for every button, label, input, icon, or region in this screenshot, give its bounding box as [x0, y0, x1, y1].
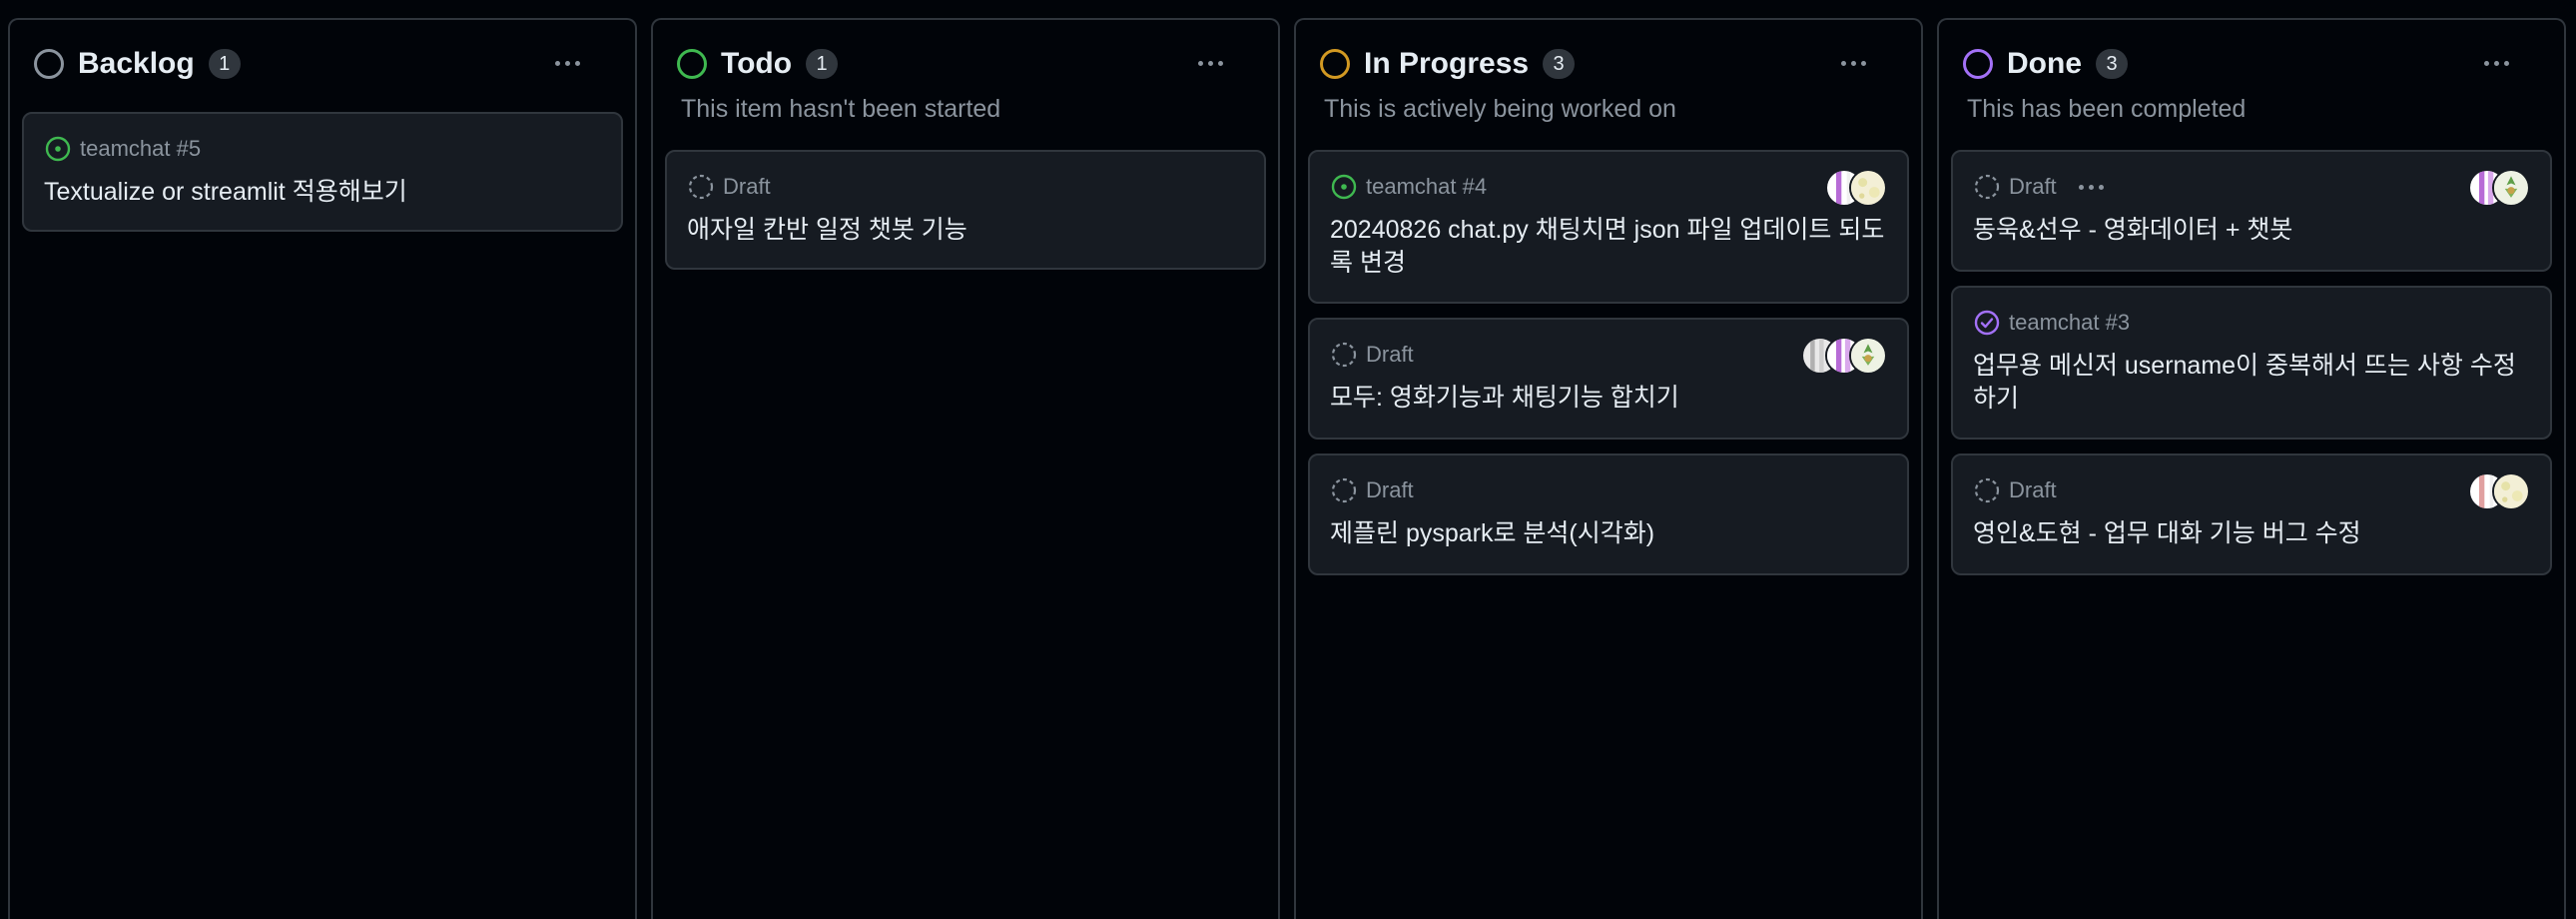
- count-badge: 3: [1543, 49, 1576, 79]
- card-meta: Draft: [1330, 475, 1414, 505]
- column-title: Backlog: [78, 47, 195, 80]
- gray-circle-icon: [34, 49, 64, 79]
- card-title[interactable]: 영인&도현 - 업무 대화 기능 버그 수정: [1973, 517, 2530, 550]
- green-circle-icon: [677, 49, 707, 79]
- count-badge: 3: [2096, 49, 2128, 79]
- closed-issue-icon: [1974, 310, 2000, 336]
- card-title[interactable]: Textualize or streamlit 적용해보기: [44, 176, 601, 209]
- avatar[interactable]: [2492, 169, 2530, 207]
- card-options-icon[interactable]: [2078, 184, 2104, 190]
- column-title: In Progress: [1364, 47, 1530, 80]
- draft-icon: [1331, 342, 1357, 368]
- column-header: Todo 1: [677, 42, 1254, 86]
- card-draft-label: Draft: [2009, 477, 2057, 502]
- column-todo: Todo 1 This item hasn't been started Dra…: [651, 18, 1280, 919]
- count-badge: 1: [208, 49, 241, 79]
- card-draft-label: Draft: [723, 174, 771, 199]
- card-repo-ref[interactable]: teamchat #5: [80, 136, 201, 162]
- avatar[interactable]: [1849, 169, 1887, 207]
- card-meta: Draft: [687, 172, 771, 202]
- card-meta: teamchat #3: [1973, 308, 2130, 338]
- column-header: Done 3: [1963, 42, 2540, 86]
- project-board: Backlog 1 teamchat #5 Textualize or stre…: [0, 0, 2576, 919]
- draft-icon: [1974, 174, 2000, 200]
- card-title[interactable]: 동욱&선우 - 영화데이터 + 챗봇: [1973, 214, 2530, 247]
- column-description: This item hasn't been started: [681, 95, 1001, 123]
- card-title[interactable]: 제플린 pyspark로 분석(시각화): [1330, 517, 1887, 550]
- open-issue-icon: [1331, 174, 1357, 200]
- card-item[interactable]: teamchat #4 20240826 chat.py 채팅치면 json 파…: [1308, 150, 1909, 304]
- card-meta: teamchat #4: [1330, 172, 1487, 202]
- card-meta: Draft: [1330, 340, 1414, 370]
- column-menu-button[interactable]: [543, 48, 591, 78]
- card-item[interactable]: Draft 제플린 pyspark로 분석(시각화): [1308, 454, 1909, 575]
- assignee-avatars[interactable]: [1825, 169, 1887, 207]
- draft-icon: [688, 174, 714, 200]
- column-title: Todo: [721, 47, 793, 80]
- column-header: In Progress 3: [1320, 42, 1897, 86]
- open-issue-icon: [45, 136, 71, 162]
- card-meta: teamchat #5: [44, 134, 201, 164]
- assignee-avatars[interactable]: [2468, 472, 2530, 510]
- assignee-avatars[interactable]: [2468, 169, 2530, 207]
- card-item[interactable]: Draft 애자일 칸반 일정 챗봇 기능: [665, 150, 1266, 270]
- avatar[interactable]: [1849, 337, 1887, 375]
- card-meta: Draft: [1973, 475, 2057, 505]
- card-item[interactable]: Draft 영인&도현 - 업무 대화 기능 버그 수정: [1951, 454, 2552, 575]
- column-menu-button[interactable]: [1829, 48, 1877, 78]
- count-badge: 1: [806, 49, 839, 79]
- card-draft-label: Draft: [1366, 342, 1414, 367]
- avatar[interactable]: [2492, 472, 2530, 510]
- purple-circle-icon: [1963, 49, 1993, 79]
- column-description: This has been completed: [1967, 95, 2247, 123]
- card-draft-label: Draft: [2009, 174, 2057, 199]
- card-meta: Draft: [1973, 172, 2104, 202]
- column-backlog: Backlog 1 teamchat #5 Textualize or stre…: [8, 18, 637, 919]
- card-item[interactable]: teamchat #3 업무용 메신저 username이 중복해서 뜨는 사항…: [1951, 286, 2552, 440]
- column-menu-button[interactable]: [2472, 48, 2520, 78]
- column-header: Backlog 1: [34, 42, 611, 86]
- column-description: This is actively being worked on: [1324, 95, 1676, 123]
- card-repo-ref[interactable]: teamchat #3: [2009, 310, 2130, 336]
- card-title[interactable]: 업무용 메신저 username이 중복해서 뜨는 사항 수정하기: [1973, 350, 2530, 416]
- card-repo-ref[interactable]: teamchat #4: [1366, 174, 1487, 200]
- orange-circle-icon: [1320, 49, 1350, 79]
- column-menu-button[interactable]: [1186, 48, 1234, 78]
- card-draft-label: Draft: [1366, 477, 1414, 502]
- card-item[interactable]: Draft 모두: 영화기능과 채팅기능 합치기: [1308, 318, 1909, 440]
- column-done: Done 3 This has been completed Draft 동욱&…: [1937, 18, 2566, 919]
- card-title[interactable]: 20240826 chat.py 채팅치면 json 파일 업데이트 되도록 변…: [1330, 214, 1887, 280]
- column-in-progress: In Progress 3 This is actively being wor…: [1294, 18, 1923, 919]
- draft-icon: [1331, 477, 1357, 503]
- card-title[interactable]: 애자일 칸반 일정 챗봇 기능: [687, 214, 1244, 247]
- assignee-avatars[interactable]: [1801, 337, 1887, 375]
- column-title: Done: [2007, 47, 2082, 80]
- card-item[interactable]: teamchat #5 Textualize or streamlit 적용해보…: [22, 112, 623, 232]
- card-title[interactable]: 모두: 영화기능과 채팅기능 합치기: [1330, 382, 1887, 415]
- card-item[interactable]: Draft 동욱&선우 - 영화데이터 + 챗봇: [1951, 150, 2552, 272]
- draft-icon: [1974, 477, 2000, 503]
